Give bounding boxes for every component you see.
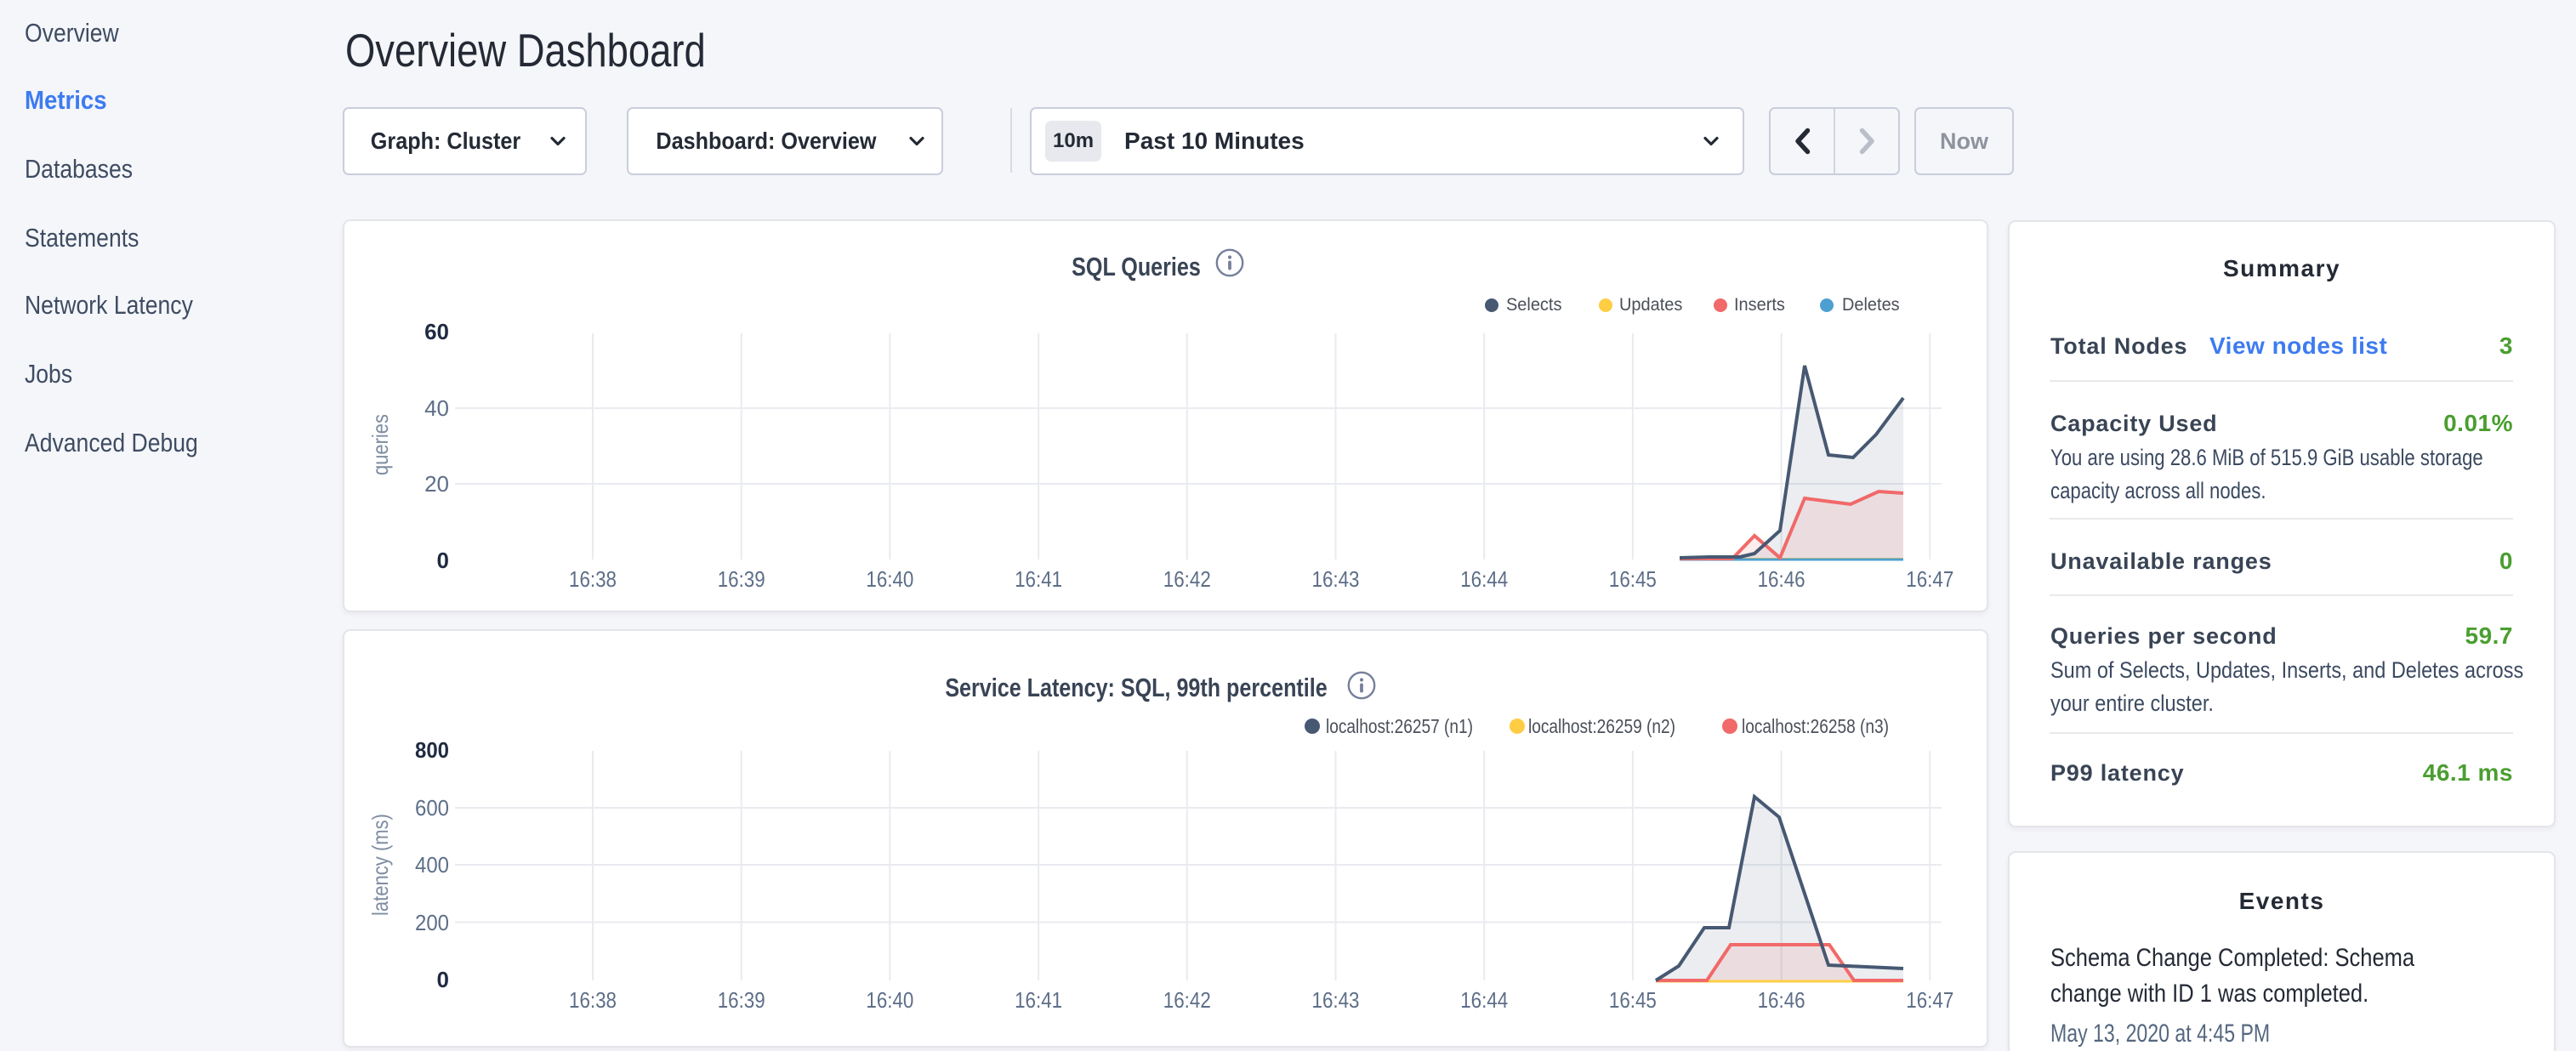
svg-text:0: 0 — [437, 548, 449, 573]
svg-text:600: 600 — [415, 795, 449, 821]
svg-text:16:44: 16:44 — [1460, 987, 1508, 1013]
svg-text:800: 800 — [415, 737, 449, 763]
svg-text:16:43: 16:43 — [1312, 987, 1360, 1013]
svg-text:20: 20 — [424, 471, 449, 497]
svg-text:16:41: 16:41 — [1015, 987, 1062, 1013]
svg-text:16:47: 16:47 — [1906, 566, 1953, 592]
svg-text:16:40: 16:40 — [866, 566, 913, 592]
svg-text:16:42: 16:42 — [1163, 987, 1211, 1013]
svg-text:latency (ms): latency (ms) — [367, 814, 393, 916]
svg-text:16:46: 16:46 — [1758, 566, 1805, 592]
svg-text:400: 400 — [415, 852, 449, 878]
svg-text:16:38: 16:38 — [569, 987, 617, 1013]
svg-text:200: 200 — [415, 910, 449, 935]
svg-text:16:45: 16:45 — [1609, 566, 1657, 592]
svg-text:16:44: 16:44 — [1460, 566, 1508, 592]
svg-text:16:43: 16:43 — [1312, 566, 1360, 592]
svg-text:16:47: 16:47 — [1906, 987, 1953, 1013]
svg-text:60: 60 — [424, 319, 449, 344]
svg-text:16:41: 16:41 — [1015, 566, 1062, 592]
svg-text:16:42: 16:42 — [1163, 566, 1211, 592]
svg-text:16:45: 16:45 — [1609, 987, 1657, 1013]
svg-text:queries: queries — [367, 414, 393, 475]
svg-text:16:40: 16:40 — [866, 987, 913, 1013]
svg-text:16:39: 16:39 — [718, 566, 765, 592]
svg-text:40: 40 — [424, 395, 449, 421]
svg-text:16:46: 16:46 — [1758, 987, 1805, 1013]
svg-text:16:38: 16:38 — [569, 566, 617, 592]
svg-text:0: 0 — [437, 967, 449, 992]
svg-text:16:39: 16:39 — [718, 987, 765, 1013]
